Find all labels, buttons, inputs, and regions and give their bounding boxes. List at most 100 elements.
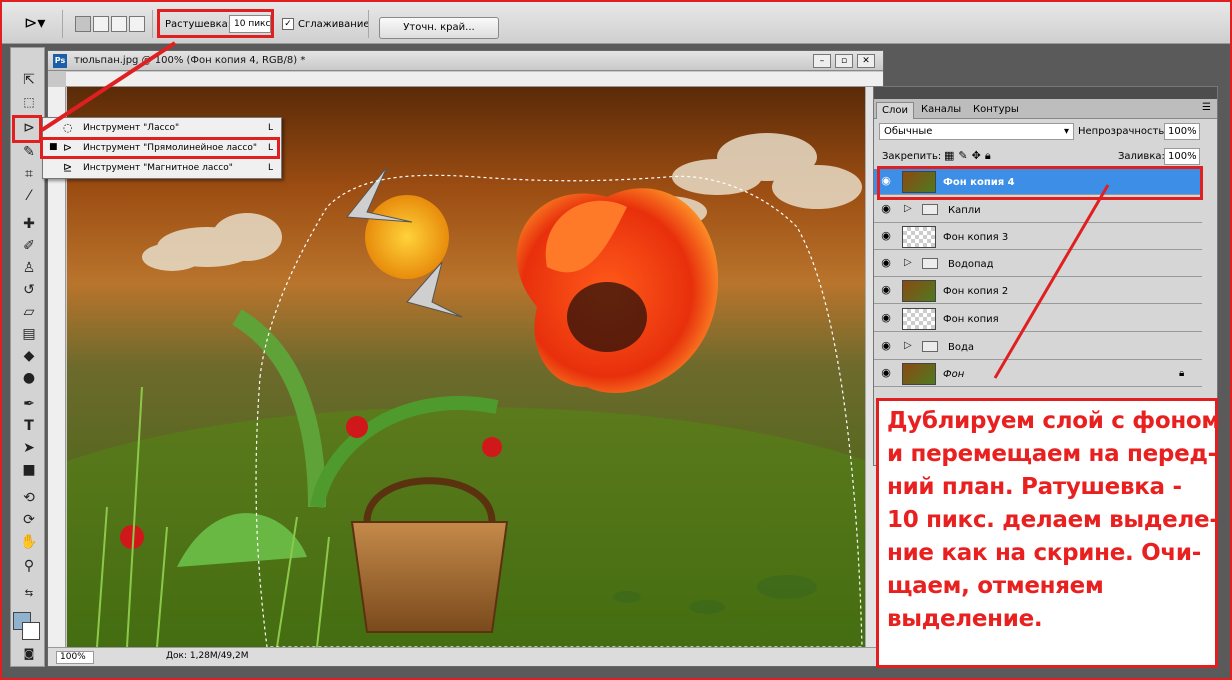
move-tool-icon[interactable]: ⇱	[18, 70, 40, 90]
fill-label: Заливка:	[1118, 151, 1165, 162]
lock-icon: 🔒︎	[1179, 368, 1185, 379]
layer-row[interactable]: ◉ Фон копия	[874, 306, 1202, 332]
close-icon[interactable]: ✕	[857, 54, 875, 68]
lock-icons[interactable]: ▦✎✥🔒︎	[944, 149, 995, 163]
layer-row[interactable]: ◉ Фон копия 2	[874, 278, 1202, 304]
divider	[368, 10, 369, 38]
tab-paths[interactable]: Контуры	[968, 102, 1024, 119]
layer-highlight-box	[877, 166, 1203, 200]
horizontal-ruler	[66, 72, 883, 87]
panel-tabs: Слои Каналы Контуры ☰	[874, 99, 1217, 119]
flyout-item-label: Инструмент "Магнитное лассо"	[83, 163, 233, 173]
background-color-swatch[interactable]	[22, 622, 40, 640]
layer-row[interactable]: ◉ Фон копия 3	[874, 224, 1202, 250]
lasso-tool-highlight-box	[12, 115, 42, 143]
clone-stamp-tool-icon[interactable]: ♙	[18, 258, 40, 278]
layer-group-row[interactable]: ◉ ▷ Водопад	[874, 251, 1202, 277]
eye-icon[interactable]: ◉	[878, 202, 894, 218]
swap-colors-icon[interactable]: ⇆	[18, 584, 40, 604]
eye-icon[interactable]: ◉	[878, 311, 894, 327]
flyout-item-magnetic-lasso[interactable]: ⊵ Инструмент "Магнитное лассо" L	[43, 158, 281, 178]
history-brush-tool-icon[interactable]: ↺	[18, 280, 40, 300]
layer-group-row[interactable]: ◉ ▷ Капли	[874, 197, 1202, 223]
gradient-tool-icon[interactable]: ▤	[18, 324, 40, 344]
3d-orbit-tool-icon[interactable]: ⟳	[18, 510, 40, 530]
document-tab[interactable]: Ps тюльпан.jpg @ 100% (Фон копия 4, RGB/…	[48, 51, 883, 71]
layer-thumbnail	[902, 363, 936, 385]
document-info: Док: 1,28M/49,2M	[166, 651, 249, 661]
chevron-down-icon: ▾	[1063, 126, 1069, 137]
new-selection-mode-icon[interactable]	[75, 16, 91, 32]
subtract-from-selection-icon[interactable]	[111, 16, 127, 32]
layer-name: Вода	[948, 342, 975, 353]
layer-name: Фон	[943, 369, 965, 380]
eyedropper-tool-icon[interactable]: ⁄	[18, 186, 40, 206]
marquee-tool-icon[interactable]: ⬚	[18, 92, 40, 112]
eye-icon[interactable]: ◉	[878, 256, 894, 272]
path-selection-tool-icon[interactable]: ➤	[18, 438, 40, 458]
eye-icon[interactable]: ◉	[878, 283, 894, 299]
layer-thumbnail	[902, 308, 936, 330]
document-title: тюльпан.jpg @ 100% (Фон копия 4, RGB/8) …	[74, 55, 306, 66]
layer-name: Водопад	[948, 259, 994, 270]
healing-brush-tool-icon[interactable]: ✚	[18, 214, 40, 234]
layer-name: Фон копия 3	[943, 232, 1009, 243]
tab-layers[interactable]: Слои	[876, 102, 914, 119]
quick-mask-icon[interactable]: ◙	[18, 644, 40, 664]
opacity-input[interactable]: 100%	[1164, 123, 1200, 140]
opacity-label: Непрозрачность:	[1078, 126, 1168, 137]
dodge-tool-icon[interactable]: ●	[18, 368, 40, 388]
blend-mode-value: Обычные	[884, 126, 933, 137]
lasso-icon: ◌	[63, 121, 73, 134]
intersect-selection-icon[interactable]	[129, 16, 145, 32]
quick-selection-tool-icon[interactable]: ✎	[18, 142, 40, 162]
expand-arrow-icon[interactable]: ▷	[904, 257, 912, 268]
flyout-item-shortcut: L	[267, 163, 273, 173]
add-to-selection-icon[interactable]	[93, 16, 109, 32]
panel-header-bar	[874, 87, 1217, 99]
pen-tool-icon[interactable]: ✒	[18, 394, 40, 414]
panel-menu-icon[interactable]: ☰	[1202, 102, 1211, 113]
antialias-label: Сглаживание	[298, 19, 370, 30]
blend-mode-select[interactable]: Обычные ▾	[879, 123, 1074, 140]
refine-edge-button[interactable]: Уточн. край...	[379, 17, 499, 39]
layer-row[interactable]: ◉ Фон 🔒︎	[874, 361, 1202, 387]
shape-tool-icon[interactable]: ■	[18, 460, 40, 480]
restore-icon[interactable]: ▫	[835, 54, 853, 68]
expand-arrow-icon[interactable]: ▷	[904, 203, 912, 214]
polygonal-lasso-preset-icon[interactable]: ⊳▾	[24, 13, 50, 33]
status-bar: 100% Док: 1,28M/49,2M	[48, 647, 883, 666]
divider	[62, 10, 63, 38]
zoom-tool-icon[interactable]: ⚲	[18, 556, 40, 576]
3d-rotate-tool-icon[interactable]: ⟲	[18, 488, 40, 508]
expand-arrow-icon[interactable]: ▷	[904, 340, 912, 351]
magnetic-lasso-icon: ⊵	[63, 161, 73, 174]
divider	[152, 10, 153, 38]
hand-tool-icon[interactable]: ✋	[18, 532, 40, 552]
folder-icon	[922, 341, 938, 352]
ps-document-icon: Ps	[53, 54, 67, 68]
layer-name: Фон копия 2	[943, 286, 1009, 297]
type-tool-icon[interactable]: T	[18, 416, 40, 436]
layer-group-row[interactable]: ◉ ▷ Вода	[874, 334, 1202, 360]
flyout-item-lasso[interactable]: ◌ Инструмент "Лассо" L	[43, 118, 281, 138]
fill-input[interactable]: 100%	[1164, 148, 1200, 165]
eye-icon[interactable]: ◉	[878, 229, 894, 245]
antialias-checkbox[interactable]: ✓	[282, 18, 294, 30]
zoom-field[interactable]: 100%	[56, 651, 94, 664]
layer-thumbnail	[902, 280, 936, 302]
crop-tool-icon[interactable]: ⌗	[18, 164, 40, 184]
folder-icon	[922, 204, 938, 215]
layer-thumbnail	[902, 226, 936, 248]
tab-channels[interactable]: Каналы	[916, 102, 966, 119]
flyout-highlight-box	[40, 137, 280, 159]
blur-tool-icon[interactable]: ◆	[18, 346, 40, 366]
flyout-item-label: Инструмент "Лассо"	[83, 123, 180, 133]
instruction-annotation: Дублируем слой с фоном и перемещаем на п…	[876, 398, 1220, 668]
eye-icon[interactable]: ◉	[878, 339, 894, 355]
brush-tool-icon[interactable]: ✐	[18, 236, 40, 256]
minimize-icon[interactable]: –	[813, 54, 831, 68]
lock-label: Закрепить:	[882, 151, 942, 162]
eye-icon[interactable]: ◉	[878, 366, 894, 382]
eraser-tool-icon[interactable]: ▱	[18, 302, 40, 322]
